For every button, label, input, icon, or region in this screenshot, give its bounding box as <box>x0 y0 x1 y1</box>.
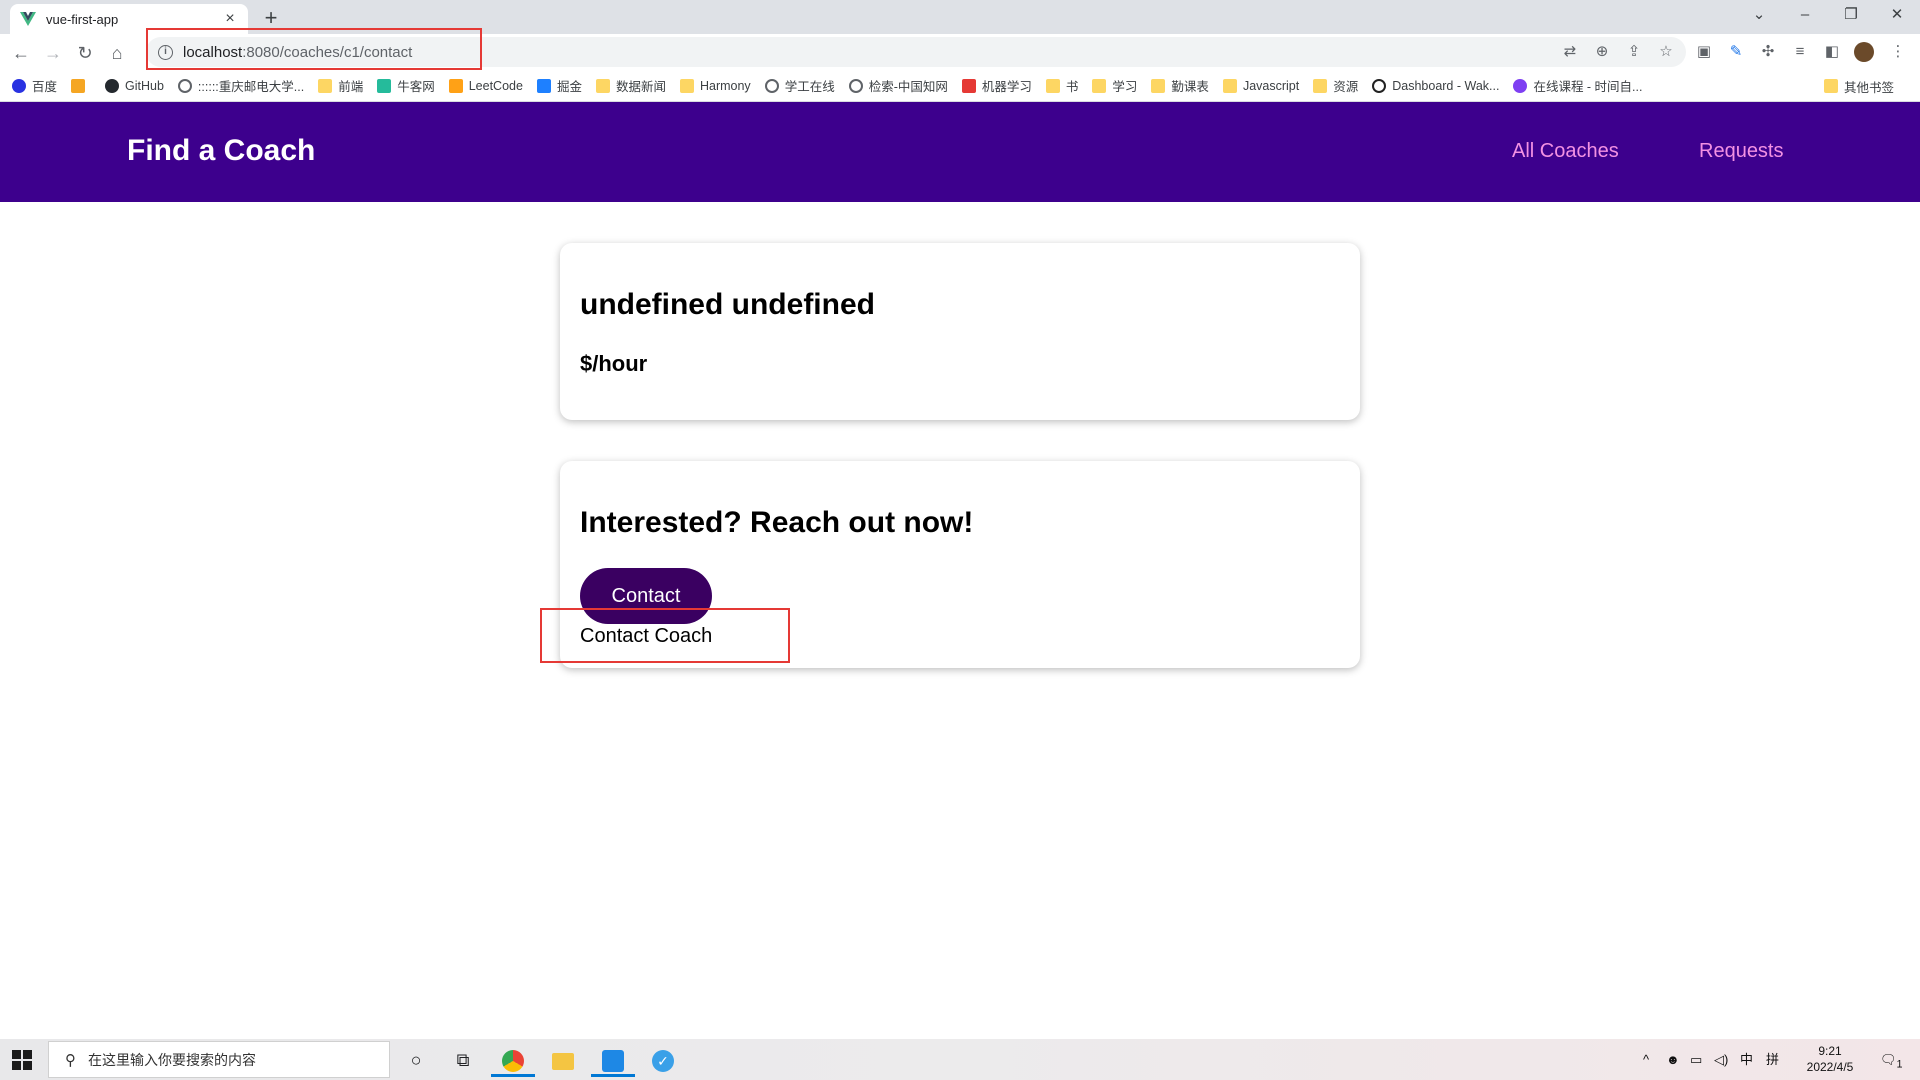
ml-icon <box>961 78 976 93</box>
translate-icon[interactable]: ⇄ <box>1558 40 1582 64</box>
bookmark-wakatime[interactable]: Dashboard - Wak... <box>1372 78 1499 93</box>
taskbar-search-placeholder: 在这里输入你要搜索的内容 <box>88 1051 256 1068</box>
flame-icon <box>71 78 86 93</box>
juejin-icon <box>536 78 551 93</box>
notification-icon[interactable]: 🗨1 <box>1880 1039 1903 1080</box>
coach-name: undefined undefined <box>580 288 875 321</box>
notification-count: 1 <box>1896 1058 1903 1071</box>
bookmark-github[interactable]: GitHub <box>105 78 164 93</box>
tab-search-icon[interactable]: ⌄ <box>1736 0 1782 30</box>
clock-time: 9:21 <box>1818 1044 1842 1058</box>
bookmark-folder-javascript[interactable]: Javascript <box>1222 78 1299 93</box>
share-icon[interactable]: ⇪ <box>1622 40 1646 64</box>
bookmark-ml[interactable]: 机器学习 <box>961 76 1032 95</box>
menu-icon[interactable]: ⋮ <box>1886 40 1910 64</box>
folder-icon <box>679 78 694 93</box>
folder-icon <box>1092 78 1107 93</box>
bookmark-folder-data-news[interactable]: 数据新闻 <box>595 76 666 95</box>
bookmark-cnki[interactable]: 检索-中国知网 <box>848 76 948 95</box>
course-icon <box>1513 78 1528 93</box>
reload-icon[interactable]: ↻ <box>72 40 98 66</box>
tab-title: vue-first-app <box>46 11 119 27</box>
bookmark-juejin[interactable]: 掘金 <box>536 76 582 95</box>
bookmark-baidu[interactable]: 百度 <box>12 76 57 95</box>
folder-icon <box>1222 78 1237 93</box>
vue-logo-icon <box>20 12 36 26</box>
ime-mode-indicator[interactable]: 拼 <box>1766 1039 1779 1080</box>
minimize-icon[interactable]: – <box>1782 0 1828 30</box>
bookmark-flame[interactable] <box>71 78 91 93</box>
nav-all-coaches[interactable]: All Coaches <box>1512 140 1619 163</box>
brand-title[interactable]: Find a Coach <box>127 134 315 168</box>
bookmark-folder-books[interactable]: 书 <box>1045 76 1078 95</box>
coach-rate: $/hour <box>580 351 648 376</box>
zoom-icon[interactable]: ⊕ <box>1590 40 1614 64</box>
vscode-icon[interactable] <box>591 1043 635 1077</box>
folder-icon <box>1823 79 1838 93</box>
globe-icon <box>177 78 192 93</box>
bookmark-folder-schedule[interactable]: 勤课表 <box>1151 76 1209 95</box>
bookmark-star-icon[interactable]: ☆ <box>1654 40 1678 64</box>
close-tab-icon[interactable]: × <box>222 10 238 28</box>
forward-icon[interactable]: → <box>40 40 66 66</box>
app-header: Find a Coach All Coaches Requests <box>0 102 1920 202</box>
network-icon[interactable]: ▭ <box>1690 1039 1702 1080</box>
reading-list-icon[interactable]: ≡ <box>1788 40 1812 64</box>
volume-icon[interactable]: ◁) <box>1714 1039 1728 1080</box>
close-window-icon[interactable]: ✕ <box>1874 0 1920 30</box>
contact-coach-highlight-box <box>540 608 790 663</box>
bookmark-xuegong[interactable]: 学工在线 <box>764 76 835 95</box>
globe-icon <box>764 78 779 93</box>
contact-heading: Interested? Reach out now! <box>580 506 974 539</box>
puzzle-icon[interactable]: ✣ <box>1756 40 1780 64</box>
nav-requests[interactable]: Requests <box>1699 140 1784 163</box>
windows-start-icon[interactable] <box>12 1050 32 1070</box>
ime-indicator[interactable]: 中 <box>1740 1039 1753 1080</box>
side-panel-icon[interactable]: ◧ <box>1820 40 1844 64</box>
folder-icon <box>1045 78 1060 93</box>
url-highlight-box <box>146 28 482 70</box>
bookmark-folder-frontend[interactable]: 前端 <box>318 76 363 95</box>
nowcoder-icon <box>377 78 392 93</box>
coach-card: undefined undefined $/hour <box>560 243 1360 420</box>
cortana-icon[interactable]: ○ <box>394 1043 438 1077</box>
bookmark-folder-harmony[interactable]: Harmony <box>679 78 751 93</box>
baidu-icon <box>12 78 26 93</box>
chrome-icon[interactable] <box>491 1043 535 1077</box>
restore-icon[interactable]: ❐ <box>1828 0 1874 30</box>
back-icon[interactable]: ← <box>8 40 34 66</box>
translate-extension-icon[interactable]: ✎ <box>1724 40 1748 64</box>
windows-taskbar: ⚲ 在这里输入你要搜索的内容 ○ ⧉ ✓ ^ ☻ ▭ ◁) 中 拼 9:21 2… <box>0 1039 1920 1080</box>
other-bookmarks[interactable]: 其他书签 <box>1823 70 1894 102</box>
taskbar-search-box[interactable]: ⚲ 在这里输入你要搜索的内容 <box>48 1041 390 1078</box>
bookmark-leetcode[interactable]: LeetCode <box>448 78 523 93</box>
file-explorer-icon[interactable] <box>541 1043 585 1077</box>
bookmark-nowcoder[interactable]: 牛客网 <box>377 76 435 95</box>
folder-icon <box>1313 78 1328 93</box>
checkmark-app-icon[interactable]: ✓ <box>641 1043 685 1077</box>
home-icon[interactable]: ⌂ <box>104 40 130 66</box>
folder-icon <box>595 78 610 93</box>
folder-icon <box>1151 78 1166 93</box>
extension-icon[interactable]: ▣ <box>1692 40 1716 64</box>
task-view-icon[interactable]: ⧉ <box>441 1043 485 1077</box>
github-icon <box>105 78 120 93</box>
folder-icon <box>318 78 333 93</box>
taskbar-clock[interactable]: 9:21 2022/4/5 <box>1795 1043 1865 1075</box>
qq-icon[interactable]: ☻ <box>1666 1039 1680 1080</box>
bookmark-course[interactable]: 在线课程 - 时间自... <box>1513 76 1642 95</box>
wakatime-icon <box>1372 78 1387 93</box>
clock-date: 2022/4/5 <box>1806 1060 1854 1074</box>
bookmark-cqupt[interactable]: ::::::重庆邮电大学... <box>177 76 304 95</box>
globe-icon <box>848 78 863 93</box>
show-hidden-icons[interactable]: ^ <box>1643 1039 1649 1080</box>
leetcode-icon <box>448 78 463 93</box>
bookmarks-bar: 百度 GitHub ::::::重庆邮电大学... 前端 牛客网 LeetCod… <box>0 70 1920 102</box>
search-icon: ⚲ <box>65 1051 76 1069</box>
bookmark-folder-study[interactable]: 学习 <box>1092 76 1137 95</box>
bookmark-folder-resources[interactable]: 资源 <box>1313 76 1358 95</box>
avatar[interactable] <box>1852 40 1876 64</box>
